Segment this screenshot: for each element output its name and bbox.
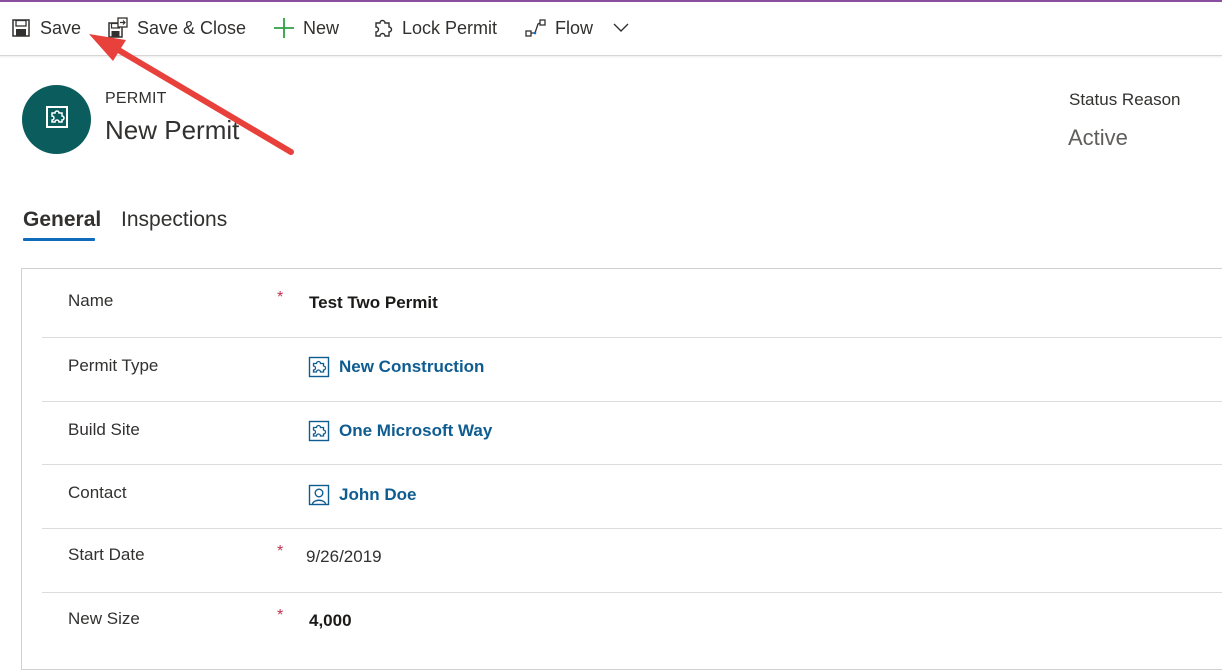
field-row-build-site: Build Site One Microsoft Way: [42, 402, 1222, 465]
tab-inspections-label: Inspections: [121, 208, 228, 231]
entity-icon: [308, 356, 330, 378]
field-label-contact: Contact: [68, 483, 127, 502]
save-and-close-button[interactable]: Save & Close: [107, 8, 246, 48]
required-indicator: *: [277, 543, 284, 560]
save-close-icon: [107, 17, 129, 39]
command-bar: Save Save & Close New Lock Permit Flow: [0, 2, 1222, 56]
plus-icon: [273, 17, 295, 39]
field-row-start-date: Start Date * 9/26/2019: [42, 529, 1222, 593]
flow-label: Flow: [555, 17, 594, 38]
save-close-label: Save & Close: [137, 17, 247, 38]
permit-type-lookup[interactable]: New Construction: [308, 356, 484, 378]
name-input[interactable]: Test Two Permit: [309, 293, 438, 313]
field-label-permit-type: Permit Type: [68, 356, 159, 375]
field-label-name: Name: [68, 291, 114, 310]
permit-entity-icon: [45, 105, 69, 134]
new-label: New: [303, 17, 340, 38]
entity-type-label: PERMIT: [105, 90, 167, 107]
more-commands-button[interactable]: [609, 8, 633, 48]
entity-icon: [308, 420, 330, 442]
field-row-contact: Contact John Doe: [42, 465, 1222, 529]
record-avatar: [22, 85, 91, 154]
permit-type-link[interactable]: New Construction: [339, 357, 484, 377]
puzzle-icon: [372, 17, 394, 39]
tab-general[interactable]: General: [23, 208, 102, 241]
contact-link[interactable]: John Doe: [339, 485, 416, 505]
chevron-down-icon: [613, 23, 629, 33]
tab-general-label: General: [23, 208, 102, 231]
contact-lookup[interactable]: John Doe: [308, 484, 416, 506]
new-size-input[interactable]: 4,000: [309, 611, 352, 631]
status-reason-label: Status Reason: [1069, 90, 1181, 109]
save-button[interactable]: Save: [10, 8, 81, 48]
selected-tab-indicator: [23, 238, 95, 241]
field-row-name: Name * Test Two Permit: [42, 269, 1222, 338]
general-form-section: Name * Test Two Permit Permit Type New C…: [21, 268, 1222, 670]
lock-permit-label: Lock Permit: [402, 17, 498, 38]
record-title: New Permit: [105, 115, 240, 145]
status-reason-value[interactable]: Active: [1068, 125, 1128, 151]
required-indicator: *: [277, 607, 284, 624]
start-date-input[interactable]: 9/26/2019: [306, 547, 382, 567]
flow-button[interactable]: Flow: [525, 8, 593, 48]
build-site-link[interactable]: One Microsoft Way: [339, 421, 492, 441]
field-label-build-site: Build Site: [68, 420, 140, 439]
tab-inspections[interactable]: Inspections: [121, 208, 227, 232]
lock-permit-button[interactable]: Lock Permit: [372, 8, 497, 48]
save-label: Save: [40, 17, 82, 38]
build-site-lookup[interactable]: One Microsoft Way: [308, 420, 492, 442]
field-label-start-date: Start Date: [68, 545, 145, 564]
required-indicator: *: [277, 289, 284, 306]
flow-icon: [525, 17, 547, 39]
field-row-permit-type: Permit Type New Construction: [42, 338, 1222, 402]
new-button[interactable]: New: [273, 8, 339, 48]
field-row-new-size: New Size * 4,000: [42, 593, 1222, 663]
field-label-new-size: New Size: [68, 609, 140, 628]
save-icon: [10, 17, 32, 39]
contact-icon: [308, 484, 330, 506]
